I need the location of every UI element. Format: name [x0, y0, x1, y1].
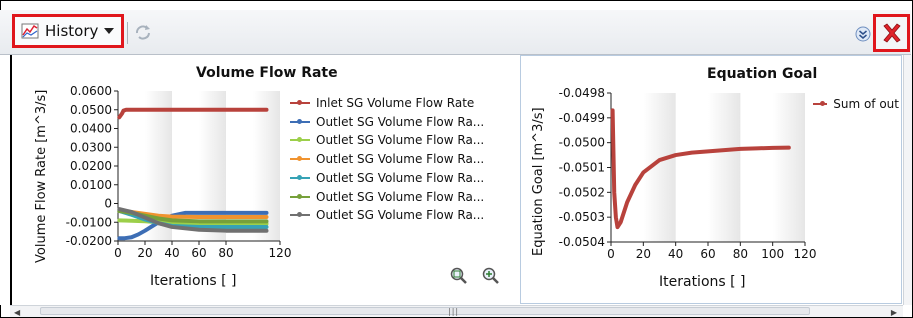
y-tick-label: -0.0503 [559, 210, 605, 224]
x-tick-label: 60 [191, 246, 206, 260]
legend-swatch [290, 100, 310, 105]
legend-item: Outlet SG Volume Flow Ra... [290, 133, 504, 147]
legend-label: Outlet SG Volume Flow Ra... [316, 152, 485, 167]
y-tick-label: -0.0499 [559, 111, 605, 125]
y-tick-label: -0.0100 [66, 215, 112, 229]
legend-swatch [290, 137, 310, 143]
x-tick-label: 80 [218, 246, 233, 260]
legend-item: Sum of out [813, 97, 899, 111]
x-tick-label: 40 [668, 247, 683, 261]
legend-item: Outlet SG Volume Flow Ra... [290, 152, 504, 166]
y-tick-label: 0.0400 [70, 122, 112, 136]
zoom-fit-button[interactable] [450, 267, 468, 289]
y-tick-label: -0.0500 [559, 136, 605, 150]
legend-item: Outlet SG Volume Flow Ra... [290, 208, 504, 222]
legend-item: Outlet SG Volume Flow Ra... [290, 115, 504, 129]
scroll-right-arrow-icon[interactable]: ▶ [891, 308, 897, 317]
y-tick-label: -0.0498 [559, 86, 605, 100]
legend-item: Outlet SG Volume Flow Ra... [290, 190, 504, 204]
zoom-in-icon [482, 267, 499, 284]
chevron-down-icon [104, 28, 115, 34]
chart-plot: -0.0498 -0.0499 -0.0500 -0.0501 -0.0502 -0.05… [559, 86, 817, 261]
x-tick-label: 120 [269, 246, 292, 260]
y-tick-label: 0.0500 [70, 103, 112, 117]
y-tick-label: -0.0501 [559, 161, 605, 175]
y-tick-label: 0.0600 [70, 84, 112, 98]
y-tick-label: 0.0300 [70, 140, 112, 154]
scroll-left-arrow-icon[interactable]: ◀ [14, 308, 20, 317]
refresh-icon [136, 25, 150, 40]
legend-swatch [290, 193, 310, 199]
x-tick-label: 20 [636, 247, 651, 261]
toolbar-separator [127, 22, 128, 44]
toolbar: History [0, 10, 911, 55]
y-tick-label: 0.0200 [70, 159, 112, 173]
legend-item: Outlet SG Volume Flow Ra... [290, 171, 504, 185]
close-button[interactable] [873, 14, 910, 52]
panel-right-edge [903, 55, 912, 305]
volume-flow-rate-chart: Volume Flow Rate Volume Flow Rate [m^3/s… [14, 55, 508, 303]
legend-label: Inlet SG Volume Flow Rate [316, 96, 475, 110]
legend-label: Outlet SG Volume Flow Ra... [316, 208, 485, 223]
y-tick-label: -0.0200 [66, 234, 112, 248]
zoom-in-button[interactable] [482, 267, 500, 289]
close-icon [882, 23, 901, 43]
legend-label: Outlet SG Volume Flow Ra... [316, 133, 485, 148]
x-tick-label: 20 [137, 246, 152, 260]
y-tick-label: 0 [104, 197, 112, 211]
x-tick-label: 120 [794, 247, 817, 261]
legend-label: Sum of out [833, 97, 899, 111]
zoom-fit-icon [450, 267, 467, 284]
scrollbar-thumb[interactable]: ||| [40, 307, 810, 316]
x-tick-label: 80 [733, 247, 748, 261]
refresh-button[interactable] [134, 24, 152, 44]
legend-label: Outlet SG Volume Flow Ra... [316, 114, 485, 129]
horizontal-scrollbar[interactable]: ◀ ||| ▶ [10, 305, 903, 317]
x-tick-label: 0 [607, 247, 615, 261]
plot-band [708, 93, 741, 242]
legend-swatch [290, 212, 310, 218]
legend-swatch [290, 174, 310, 180]
history-dropdown-button[interactable]: History [12, 14, 124, 48]
series-line [610, 108, 791, 230]
x-tick-label: 40 [164, 246, 179, 260]
legend-label: Outlet SG Volume Flow Ra... [316, 170, 485, 185]
history-label: History [45, 22, 99, 40]
legend-swatch [290, 118, 310, 124]
y-tick-label: -0.0504 [559, 235, 605, 249]
expand-icon [855, 26, 871, 42]
chart-history-icon [21, 23, 39, 39]
legend-swatch [813, 101, 828, 106]
series-line [117, 107, 269, 120]
y-tick-label: 0.0100 [70, 178, 112, 192]
x-axis-label: Iterations [ ] [150, 273, 237, 289]
legend-swatch [290, 156, 310, 162]
x-tick-label: 0 [114, 246, 122, 260]
x-tick-label: 100 [761, 247, 784, 261]
y-tick-label: -0.0502 [559, 185, 605, 199]
legend-label: Outlet SG Volume Flow Ra... [316, 189, 485, 204]
legend-item: Inlet SG Volume Flow Rate [290, 96, 504, 110]
x-axis-label: Iterations [ ] [659, 274, 746, 290]
equation-goal-chart: Equation Goal Equation Goal [m^3/s] -0.0… [520, 55, 902, 304]
grip-icon: ||| [448, 307, 460, 316]
expand-button[interactable] [855, 26, 871, 46]
plot-band [772, 93, 805, 242]
x-tick-label: 60 [700, 247, 715, 261]
panel-left-edge [0, 55, 12, 305]
